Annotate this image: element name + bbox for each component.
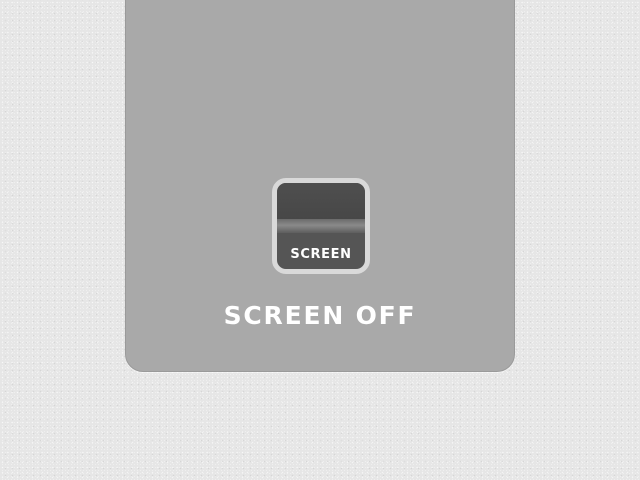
screen-toggle-button[interactable]: SCREEN bbox=[272, 178, 370, 274]
screen-status-text: SCREEN OFF bbox=[223, 301, 417, 330]
toggle-highlight-band bbox=[277, 219, 365, 233]
toggle-face-top bbox=[277, 183, 365, 219]
screen-toggle-label: SCREEN bbox=[290, 247, 352, 262]
